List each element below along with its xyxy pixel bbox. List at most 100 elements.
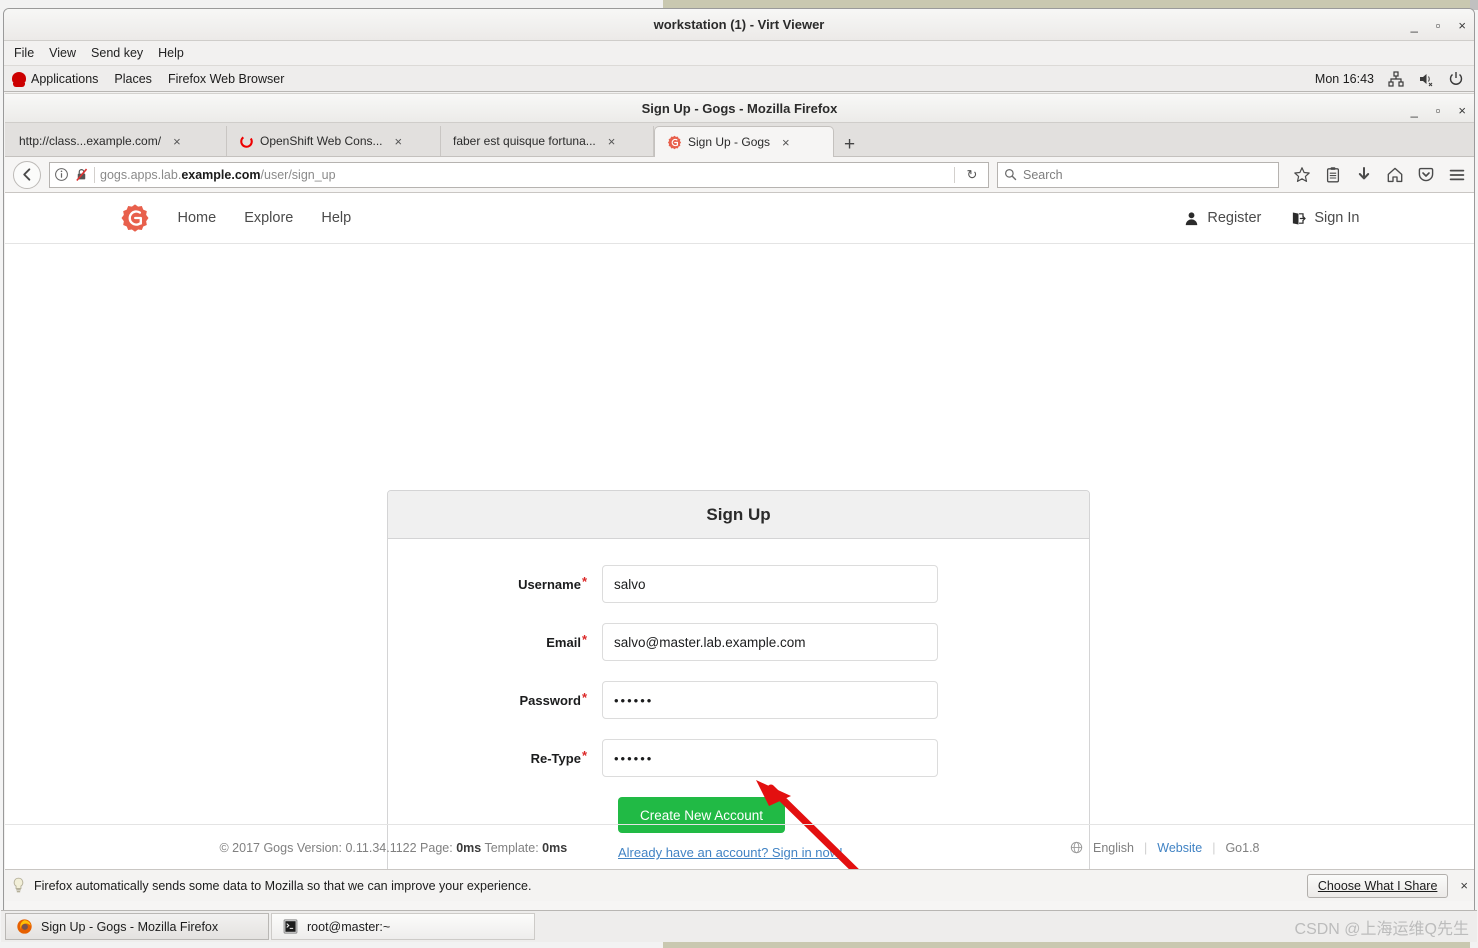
- nav-link-signin[interactable]: Sign In: [1291, 210, 1360, 226]
- taskbar-item-label: root@master:~: [307, 919, 391, 934]
- footer-version-info: © 2017 Gogs Version: 0.11.34.1122 Page: …: [220, 841, 568, 855]
- username-label-text: Username: [518, 576, 581, 592]
- username-input[interactable]: salvo: [602, 565, 938, 603]
- notification-actions: Choose What I Share ×: [1306, 873, 1468, 898]
- applications-menu[interactable]: Applications: [12, 71, 99, 87]
- virt-viewer-titlebar: workstation (1) - Virt Viewer _ ▫ ×: [4, 9, 1474, 41]
- back-button[interactable]: [13, 160, 41, 189]
- browser-tab-label: Sign Up - Gogs: [688, 135, 771, 149]
- gogs-logo-icon[interactable]: [120, 203, 150, 233]
- notification-close-icon[interactable]: ×: [1460, 878, 1468, 893]
- volume-muted-icon[interactable]: [1418, 71, 1434, 87]
- firefox-close-button[interactable]: ×: [1458, 104, 1466, 117]
- firefox-navigation-bar: gogs.apps.lab.example.com/user/sign_up ↻…: [5, 157, 1474, 193]
- email-input[interactable]: salvo@master.lab.example.com: [602, 623, 938, 661]
- virt-viewer-minimize-button[interactable]: _: [1411, 19, 1418, 32]
- virt-viewer-title: workstation (1) - Virt Viewer: [653, 17, 825, 32]
- virt-viewer-window: workstation (1) - Virt Viewer _ ▫ × File…: [3, 8, 1475, 940]
- footer-copyright: © 2017 Gogs Version: 0.11.34.1122 Page:: [219, 840, 457, 855]
- back-arrow-icon: [22, 168, 30, 181]
- terminal-icon: [283, 919, 298, 934]
- firefox-maximize-button[interactable]: ▫: [1436, 104, 1441, 117]
- browser-tab-label: OpenShift Web Cons...: [260, 134, 383, 148]
- choose-what-i-share-button[interactable]: Choose What I Share: [1306, 873, 1449, 898]
- tab-close-icon[interactable]: ×: [782, 135, 790, 150]
- menu-item-file[interactable]: File: [14, 46, 34, 60]
- desktop-bottom-strip: [0, 942, 1478, 948]
- nav-link-home[interactable]: Home: [178, 210, 217, 226]
- browser-tab[interactable]: faber est quisque fortuna... ×: [441, 126, 654, 156]
- power-icon[interactable]: [1448, 71, 1464, 87]
- nav-link-register-label: Register: [1207, 210, 1262, 226]
- footer-website-link[interactable]: Website: [1157, 841, 1202, 855]
- web-page-viewport: Home Explore Help Register Sign In Sign …: [5, 193, 1474, 869]
- network-icon[interactable]: [1388, 70, 1404, 87]
- url-bar[interactable]: gogs.apps.lab.example.com/user/sign_up ↻: [49, 161, 989, 188]
- firefox-titlebar: Sign Up - Gogs - Mozilla Firefox _ ▫ ×: [5, 93, 1474, 123]
- insecure-connection-icon[interactable]: [74, 167, 89, 182]
- gogs-navbar-inner: Home Explore Help Register Sign In: [120, 193, 1360, 243]
- tab-close-icon[interactable]: ×: [395, 134, 403, 149]
- browser-tab-label: http://class...example.com/: [19, 134, 162, 148]
- pocket-icon[interactable]: [1417, 166, 1435, 184]
- choose-what-i-share-label: Choose What I Share: [1317, 878, 1438, 893]
- search-input-placeholder[interactable]: Search: [1023, 168, 1063, 182]
- desktop-bottom-strip-mid: [663, 942, 1470, 948]
- bookmark-star-icon[interactable]: [1293, 166, 1311, 184]
- virt-viewer-menubar: File View Send key Help: [4, 41, 1474, 66]
- applications-menu-label: Applications: [31, 71, 99, 86]
- password-input[interactable]: ••••••: [602, 681, 938, 719]
- footer-template-time: 0ms: [542, 840, 568, 855]
- menu-item-help[interactable]: Help: [158, 46, 184, 60]
- new-tab-button[interactable]: +: [834, 135, 865, 156]
- form-row-email: Email* salvo@master.lab.example.com: [388, 623, 1089, 661]
- virt-viewer-close-button[interactable]: ×: [1458, 19, 1466, 32]
- notification-text: Firefox automatically sends some data to…: [34, 878, 532, 893]
- places-menu[interactable]: Places: [114, 72, 152, 86]
- gnome-panel-right: Mon 16:43: [1315, 70, 1464, 87]
- reload-button[interactable]: ↻: [960, 167, 984, 183]
- menu-item-view[interactable]: View: [49, 46, 76, 60]
- virt-viewer-maximize-button[interactable]: ▫: [1436, 19, 1441, 32]
- tab-close-icon[interactable]: ×: [608, 134, 616, 149]
- form-row-username: Username* salvo: [388, 565, 1089, 603]
- gogs-footer: © 2017 Gogs Version: 0.11.34.1122 Page: …: [5, 824, 1474, 869]
- desktop: workstation (1) - Virt Viewer _ ▫ × File…: [0, 0, 1478, 948]
- retype-password-input[interactable]: ••••••: [602, 739, 938, 777]
- hamburger-menu-icon[interactable]: [1448, 166, 1466, 184]
- home-icon[interactable]: [1386, 166, 1404, 184]
- taskbar-item-firefox[interactable]: Sign Up - Gogs - Mozilla Firefox: [5, 913, 269, 940]
- form-row-retype: Re-Type* ••••••: [388, 739, 1089, 777]
- browser-tab-active[interactable]: Sign Up - Gogs ×: [654, 126, 834, 157]
- nav-link-help[interactable]: Help: [321, 210, 351, 226]
- url-path: /user/sign_up: [260, 167, 336, 182]
- password-label-text: Password: [519, 692, 581, 708]
- browser-tab[interactable]: OpenShift Web Cons... ×: [227, 126, 441, 156]
- url-host-prefix: gogs.apps.lab.: [100, 167, 182, 182]
- nav-link-register[interactable]: Register: [1184, 210, 1261, 226]
- footer-separator-1: |: [1144, 840, 1148, 855]
- footer-language[interactable]: English: [1093, 841, 1134, 855]
- firefox-icon: [17, 919, 32, 934]
- current-app-label[interactable]: Firefox Web Browser: [168, 72, 284, 86]
- virt-viewer-window-controls: _ ▫ ×: [1411, 9, 1466, 41]
- reading-list-icon[interactable]: [1324, 166, 1342, 184]
- tab-close-icon[interactable]: ×: [173, 134, 181, 149]
- nav-link-explore[interactable]: Explore: [244, 210, 293, 226]
- lightbulb-icon: [13, 877, 24, 893]
- panel-clock[interactable]: Mon 16:43: [1315, 72, 1374, 86]
- gogs-footer-inner: © 2017 Gogs Version: 0.11.34.1122 Page: …: [220, 825, 1260, 869]
- taskbar-item-terminal[interactable]: root@master:~: [271, 913, 535, 940]
- firefox-minimize-button[interactable]: _: [1411, 104, 1418, 117]
- footer-go-version: Go1.8: [1225, 840, 1260, 855]
- search-bar[interactable]: Search: [997, 161, 1279, 188]
- sign-in-icon: [1293, 212, 1307, 224]
- browser-tab[interactable]: http://class...example.com/ ×: [7, 126, 227, 156]
- page-info-icon[interactable]: [54, 167, 69, 182]
- gnome-panel-left: Applications Places Firefox Web Browser: [12, 71, 284, 87]
- retype-label: Re-Type*: [388, 748, 602, 766]
- downloads-icon[interactable]: [1355, 166, 1373, 184]
- footer-template-prefix: Template:: [481, 840, 543, 855]
- globe-icon: [1070, 841, 1083, 854]
- menu-item-send-key[interactable]: Send key: [91, 46, 143, 60]
